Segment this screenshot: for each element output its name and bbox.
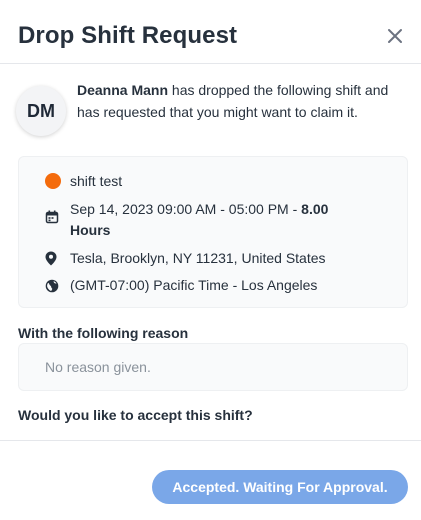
shift-time-range: Sep 14, 2023 09:00 AM - 05:00 PM - — [70, 201, 302, 217]
drop-message: Deanna Mann has dropped the following sh… — [77, 80, 399, 123]
shift-timezone: (GMT-07:00) Pacific Time - Los Angeles — [70, 277, 318, 293]
modal-title: Drop Shift Request — [18, 22, 238, 49]
shift-name: shift test — [70, 173, 123, 189]
drop-shift-modal: Drop Shift Request DM Deanna Mann has dr… — [0, 0, 421, 520]
shift-details-panel: shift test Sep 14, 2023 09:00 AM - 05:00… — [18, 156, 408, 308]
shift-datetime: Sep 14, 2023 09:00 AM - 05:00 PM - 8.00 … — [70, 199, 370, 241]
close-icon[interactable] — [384, 25, 406, 47]
globe-icon — [45, 278, 59, 299]
shift-location: Tesla, Brooklyn, NY 11231, United States — [70, 250, 326, 266]
avatar: DM — [16, 86, 66, 136]
accept-button[interactable]: Accepted. Waiting For Approval. — [152, 470, 408, 504]
reason-label: With the following reason — [18, 325, 189, 341]
shift-datetime-row: Sep 14, 2023 09:00 AM - 05:00 PM - 8.00 … — [45, 199, 385, 241]
reason-text: No reason given. — [45, 359, 151, 375]
footer-divider — [0, 440, 421, 441]
location-pin-icon — [45, 251, 57, 272]
reason-box: No reason given. — [18, 343, 408, 391]
accept-question: Would you like to accept this shift? — [18, 407, 253, 423]
requester-name: Deanna Mann — [77, 82, 169, 98]
calendar-icon — [45, 209, 59, 230]
status-dot-icon — [45, 173, 61, 189]
modal-header: Drop Shift Request — [0, 0, 421, 64]
